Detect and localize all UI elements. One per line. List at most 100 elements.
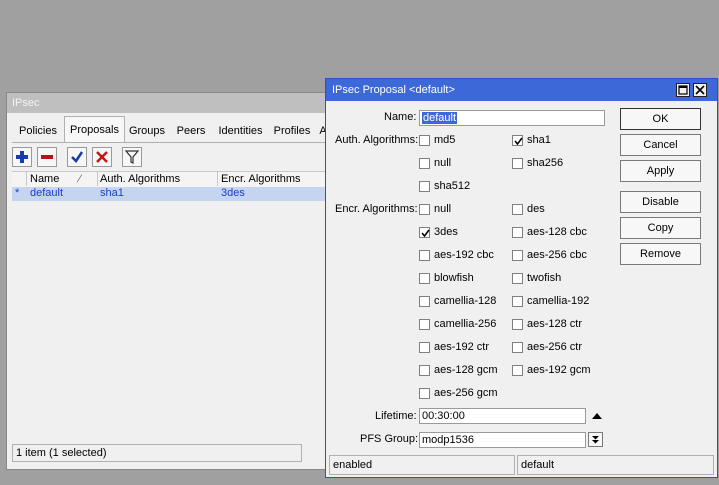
encr-checkbox-camellia-192[interactable] xyxy=(512,296,523,307)
column-header-encr[interactable]: Encr. Algorithms xyxy=(221,173,300,185)
ipsec-proposal-dialog: IPsec Proposal <default> Name: default A… xyxy=(325,78,718,478)
ipsec-window-titlebar[interactable]: IPsec xyxy=(7,93,329,113)
auth-checkbox-md5[interactable] xyxy=(419,135,430,146)
row-auth: sha1 xyxy=(100,187,124,199)
encr-option-aes-256-ctr[interactable]: aes-256 ctr xyxy=(512,341,597,355)
auth-option-sha1[interactable]: sha1 xyxy=(512,134,597,148)
encr-checkbox-aes-128-gcm[interactable] xyxy=(419,365,430,376)
close-button[interactable] xyxy=(693,83,707,97)
column-separator xyxy=(217,172,218,186)
auth-label-null: null xyxy=(434,157,452,169)
auth-checkbox-sha256[interactable] xyxy=(512,158,523,169)
column-header-auth[interactable]: Auth. Algorithms xyxy=(100,173,180,185)
auth-option-sha512[interactable]: sha512 xyxy=(419,180,504,194)
name-field-value: default xyxy=(422,112,458,124)
remove-button[interactable] xyxy=(37,147,57,167)
auth-checkbox-sha512[interactable] xyxy=(419,181,430,192)
column-header-name[interactable]: Name xyxy=(30,173,59,185)
encr-option-aes-128-cbc[interactable]: aes-128 cbc xyxy=(512,226,597,240)
encr-option-aes-192-ctr[interactable]: aes-192 ctr xyxy=(419,341,504,355)
encr-label-aes-192-cbc: aes-192 cbc xyxy=(434,249,494,261)
auth-option-sha256[interactable]: sha256 xyxy=(512,157,597,171)
encr-option-camellia-128[interactable]: camellia-128 xyxy=(419,295,504,309)
cancel-button[interactable]: Cancel xyxy=(620,134,701,156)
encr-checkbox-camellia-256[interactable] xyxy=(419,319,430,330)
auth-option-md5[interactable]: md5 xyxy=(419,134,504,148)
status-name-text: default xyxy=(521,459,555,471)
auth-label-sha1: sha1 xyxy=(527,134,551,146)
table-row[interactable]: * default sha1 3des xyxy=(12,187,331,201)
pfs-group-dropdown-button[interactable] xyxy=(588,432,603,447)
encr-checkbox-aes-256-ctr[interactable] xyxy=(512,342,523,353)
auth-checkbox-null[interactable] xyxy=(419,158,430,169)
pfs-group-select[interactable]: modp1536 xyxy=(419,432,586,448)
row-default-marker: * xyxy=(15,187,20,199)
encr-checkbox-aes-192-cbc[interactable] xyxy=(419,250,430,261)
pfs-group-value: modp1536 xyxy=(422,434,474,446)
encr-option-aes-256-cbc[interactable]: aes-256 cbc xyxy=(512,249,597,263)
encr-option-camellia-192[interactable]: camellia-192 xyxy=(512,295,597,309)
column-separator xyxy=(26,172,27,186)
encr-option-aes-128-ctr[interactable]: aes-128 ctr xyxy=(512,318,597,332)
encr-option-des[interactable]: des xyxy=(512,203,597,217)
auth-label-md5: md5 xyxy=(434,134,456,146)
encr-checkbox-camellia-128[interactable] xyxy=(419,296,430,307)
encr-checkbox-blowfish[interactable] xyxy=(419,273,430,284)
row-encr: 3des xyxy=(221,187,245,199)
encr-option-aes-128-gcm[interactable]: aes-128 gcm xyxy=(419,364,504,378)
encr-checkbox-aes-128-ctr[interactable] xyxy=(512,319,523,330)
encr-checkbox-aes-192-ctr[interactable] xyxy=(419,342,430,353)
disable-button[interactable]: Disable xyxy=(620,191,701,213)
tab-identities[interactable]: Identities xyxy=(214,120,267,142)
encr-label-twofish: twofish xyxy=(527,272,562,284)
encr-checkbox-aes-192-gcm[interactable] xyxy=(512,365,523,376)
encr-checkbox-aes-256-gcm[interactable] xyxy=(419,388,430,399)
ok-button[interactable]: OK xyxy=(620,108,701,130)
encr-option-null[interactable]: null xyxy=(419,203,504,217)
proposals-table-header: Name ⁄ Auth. Algorithms Encr. Algorithms xyxy=(12,171,331,188)
remove-button[interactable]: Remove xyxy=(620,243,701,265)
encr-checkbox-des[interactable] xyxy=(512,204,523,215)
encr-option-aes-256-gcm[interactable]: aes-256 gcm xyxy=(419,387,504,401)
disable-button[interactable] xyxy=(92,147,112,167)
remove-icon xyxy=(41,155,53,159)
encr-label-3des: 3des xyxy=(434,226,458,238)
encr-option-camellia-256[interactable]: camellia-256 xyxy=(419,318,504,332)
tab-peers[interactable]: Peers xyxy=(172,120,210,142)
copy-button[interactable]: Copy xyxy=(620,217,701,239)
lifetime-field[interactable]: 00:30:00 xyxy=(419,408,586,424)
dialog-titlebar[interactable]: IPsec Proposal <default> xyxy=(326,79,717,101)
encr-label-aes-256-cbc: aes-256 cbc xyxy=(527,249,587,261)
encr-label-aes-192-ctr: aes-192 ctr xyxy=(434,341,490,353)
lifetime-up-arrow-icon[interactable] xyxy=(592,413,602,420)
filter-button[interactable] xyxy=(122,147,142,167)
encr-checkbox-null[interactable] xyxy=(419,204,430,215)
add-button[interactable] xyxy=(12,147,32,167)
encr-option-3des[interactable]: 3des xyxy=(419,226,504,240)
encr-label-camellia-192: camellia-192 xyxy=(527,295,590,307)
tab-profiles[interactable]: Profiles xyxy=(271,120,313,142)
maximize-button[interactable] xyxy=(676,83,690,97)
tab-groups[interactable]: Groups xyxy=(127,120,167,142)
dialog-title: IPsec Proposal <default> xyxy=(332,84,455,96)
lifetime-label: Lifetime: xyxy=(375,410,417,422)
auth-option-null[interactable]: null xyxy=(419,157,504,171)
encr-option-aes-192-cbc[interactable]: aes-192 cbc xyxy=(419,249,504,263)
encr-checkbox-aes-256-cbc[interactable] xyxy=(512,250,523,261)
enable-button[interactable] xyxy=(67,147,87,167)
encr-option-aes-192-gcm[interactable]: aes-192 gcm xyxy=(512,364,597,378)
tab-policies[interactable]: Policies xyxy=(14,120,62,142)
auth-checkbox-sha1[interactable] xyxy=(512,135,523,146)
encr-checkbox-aes-128-cbc[interactable] xyxy=(512,227,523,238)
filter-icon xyxy=(125,150,139,164)
encr-checkbox-3des[interactable] xyxy=(419,227,430,238)
encr-label-aes-256-gcm: aes-256 gcm xyxy=(434,387,498,399)
encr-option-twofish[interactable]: twofish xyxy=(512,272,597,286)
name-field[interactable]: default xyxy=(419,110,605,126)
apply-button[interactable]: Apply xyxy=(620,160,701,182)
sort-indicator-icon: ⁄ xyxy=(79,173,81,185)
checkmark-icon xyxy=(421,229,430,238)
tab-proposals[interactable]: Proposals xyxy=(64,116,125,143)
encr-checkbox-twofish[interactable] xyxy=(512,273,523,284)
encr-option-blowfish[interactable]: blowfish xyxy=(419,272,504,286)
